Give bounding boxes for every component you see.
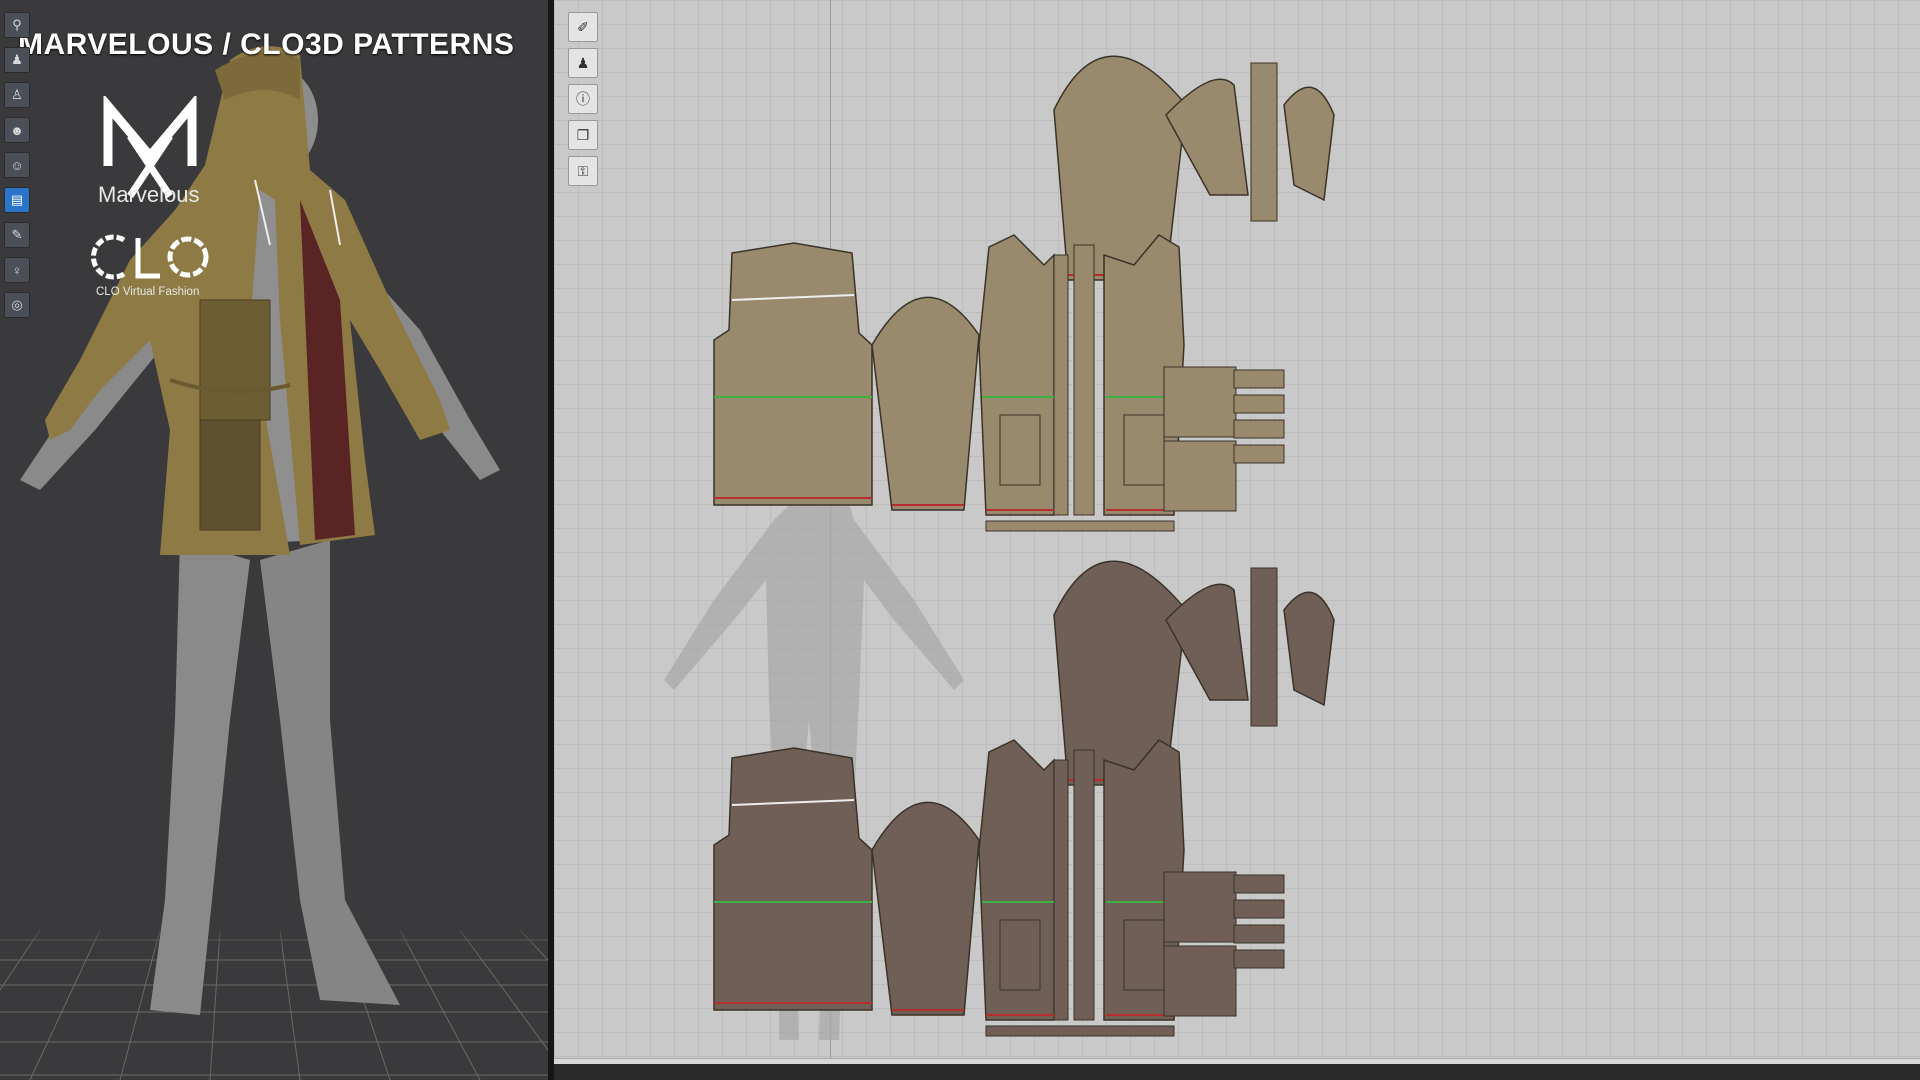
- globe-icon: ◎: [11, 297, 23, 312]
- garment-icon: ♙: [11, 87, 23, 102]
- hanger-tool-button[interactable]: ⚲: [4, 12, 30, 38]
- pattern-bottom-placket-center[interactable]: [1073, 749, 1095, 1021]
- pattern-top-pocket-flap-3[interactable]: [1233, 419, 1285, 439]
- pattern-top-cuff-a[interactable]: [1163, 366, 1237, 438]
- pattern-top-back[interactable]: [713, 242, 873, 506]
- shirt-tool-button[interactable]: ♟: [4, 47, 30, 73]
- marvelous-label: Marvelous: [98, 182, 200, 207]
- person-icon: ♀: [12, 262, 22, 278]
- pattern-bottom-pocket-flap-2[interactable]: [1233, 899, 1285, 919]
- pattern-bottom-hood-strip[interactable]: [1250, 567, 1278, 727]
- pattern-top-sleeve-bottom[interactable]: [871, 296, 980, 511]
- pen-icon: ✐: [577, 18, 589, 35]
- brush-icon: ✎: [11, 227, 23, 242]
- toolbar-3d: ⚲ ♟ ♙ ☻ ☺ ▤ ✎ ♀ ◎: [4, 12, 30, 327]
- avatar-icon: ☺: [10, 157, 24, 173]
- hanger-icon: ⚲: [12, 17, 22, 32]
- pattern-bottom-placket-left[interactable]: [1053, 759, 1069, 1021]
- pattern-bottom-hem-band[interactable]: [985, 1025, 1175, 1037]
- viewport-3d[interactable]: MARVELOUS / CLO3D PATTERNS Marvelous CLO…: [0, 0, 548, 1080]
- fabric-tool-button[interactable]: ▤: [4, 187, 30, 213]
- shirt-view-tool-button[interactable]: ♟: [568, 48, 598, 78]
- layers-tool-button[interactable]: ❐: [568, 120, 598, 150]
- garment-tool-button[interactable]: ♙: [4, 82, 30, 108]
- layers-icon: ❐: [576, 126, 590, 143]
- pattern-canvas[interactable]: [554, 0, 1920, 1068]
- page-title: MARVELOUS / CLO3D PATTERNS: [18, 28, 515, 61]
- avatar-tool-button[interactable]: ☺: [4, 152, 30, 178]
- pattern-bottom-cuff-b[interactable]: [1163, 945, 1237, 1017]
- shirt-view-icon: ♟: [576, 54, 590, 71]
- pattern-bottom-cuff-a[interactable]: [1163, 871, 1237, 943]
- pattern-bottom-back[interactable]: [713, 747, 873, 1011]
- info-icon: ⓘ: [576, 91, 590, 107]
- info-tool-button[interactable]: ⓘ: [568, 84, 598, 114]
- fabric-icon: ▤: [10, 192, 24, 207]
- pattern-bottom-pocket-flap-1[interactable]: [1233, 874, 1285, 894]
- avatar-move-icon: ☻: [10, 122, 24, 138]
- avatar-with-jacket[interactable]: [0, 0, 548, 1080]
- pattern-top-pocket-flap-4[interactable]: [1233, 444, 1285, 464]
- brush-tool-button[interactable]: ✎: [4, 222, 30, 248]
- status-strip: [554, 1064, 1920, 1080]
- pattern-bottom-pocket-flap-3[interactable]: [1233, 924, 1285, 944]
- clo-label: CLO Virtual Fashion: [96, 286, 200, 298]
- pattern-bottom-pocket-flap-4[interactable]: [1233, 949, 1285, 969]
- lock-shirt-tool-button[interactable]: ⚿: [568, 156, 598, 186]
- pen-tool-button[interactable]: ✐: [568, 12, 598, 42]
- pattern-top-pocket-flap-1[interactable]: [1233, 369, 1285, 389]
- viewport-2d[interactable]: [554, 0, 1920, 1068]
- pattern-bottom-hood-right[interactable]: [1283, 591, 1335, 707]
- pattern-top-hood-strip[interactable]: [1250, 62, 1278, 222]
- globe-tool-button[interactable]: ◎: [4, 292, 30, 318]
- clo-logo: [91, 234, 209, 280]
- pattern-top-hood-right[interactable]: [1283, 86, 1335, 202]
- shirt-icon: ♟: [11, 52, 23, 67]
- pattern-top-placket-center[interactable]: [1073, 244, 1095, 516]
- pattern-top-cuff-b[interactable]: [1163, 440, 1237, 512]
- person-tool-button[interactable]: ♀: [4, 257, 30, 283]
- pattern-bottom-sleeve-bottom[interactable]: [871, 801, 980, 1016]
- pattern-bottom-front-left[interactable]: [978, 739, 1055, 1021]
- pattern-top-pocket-flap-2[interactable]: [1233, 394, 1285, 414]
- pattern-top-placket-left[interactable]: [1053, 254, 1069, 516]
- lock-shirt-icon: ⚿: [577, 162, 589, 179]
- pattern-top-front-left[interactable]: [978, 234, 1055, 516]
- toolbar-2d: ✐ ♟ ⓘ ❐ ⚿: [568, 12, 598, 192]
- avatar-move-tool-button[interactable]: ☻: [4, 117, 30, 143]
- pattern-top-hem-band[interactable]: [985, 520, 1175, 532]
